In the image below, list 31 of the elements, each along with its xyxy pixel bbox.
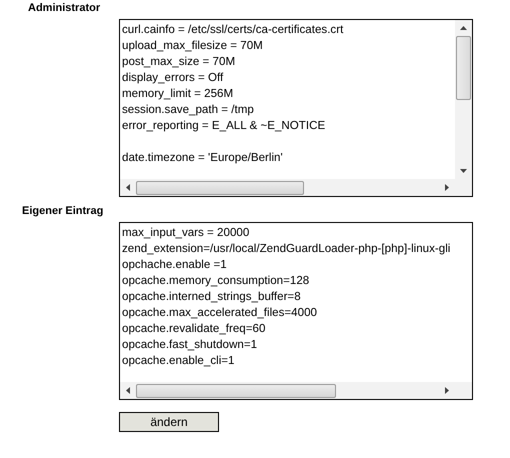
section-label: Administrator [28,1,100,16]
config-line: opcache.max_accelerated_files=4000 [122,305,317,321]
config-line: upload_max_filesize = 70M [122,38,263,54]
config-line: opcache.interned_strings_buffer=8 [122,289,301,305]
text-area[interactable] [119,222,473,400]
scroll-down-arrow-icon[interactable] [460,169,467,173]
section-label: Eigener Eintrag [22,204,104,219]
config-line: memory_limit = 256M [122,86,234,102]
config-line: max_input_vars = 20000 [122,225,250,241]
config-line: curl.cainfo = /etc/ssl/certs/ca-certificates.crt [122,22,344,38]
change-button[interactable]: ändern [119,412,219,432]
text-area[interactable] [119,19,473,197]
config-line: date.timezone = 'Europe/Berlin' [122,150,283,166]
scroll-right-arrow-icon[interactable] [445,184,449,191]
scroll-left-arrow-icon[interactable] [126,184,130,191]
config-line: opcache.memory_consumption=128 [122,273,310,289]
config-line: post_max_size = 70M [122,54,236,70]
config-line: opcache.enable_cli=1 [122,353,234,369]
config-line: display_errors = Off [122,70,224,86]
config-line: opcache.fast_shutdown=1 [122,337,258,353]
horizontal-scrollbar[interactable] [120,179,455,196]
scroll-up-arrow-icon[interactable] [460,26,467,30]
scroll-left-arrow-icon[interactable] [126,387,130,394]
vertical-scrollbar[interactable] [455,20,472,179]
config-line: zend_extension=/usr/local/ZendGuardLoader-php-[php]-linux-gli [122,241,450,257]
config-line: opchache.enable =1 [122,257,227,273]
config-line: error_reporting = E_ALL & ~E_NOTICE [122,118,326,134]
scroll-right-arrow-icon[interactable] [445,387,449,394]
config-line: opcache.revalidate_freq=60 [122,321,266,337]
horizontal-scrollbar[interactable] [120,382,455,399]
config-line: session.save_path = /tmp [122,102,254,118]
